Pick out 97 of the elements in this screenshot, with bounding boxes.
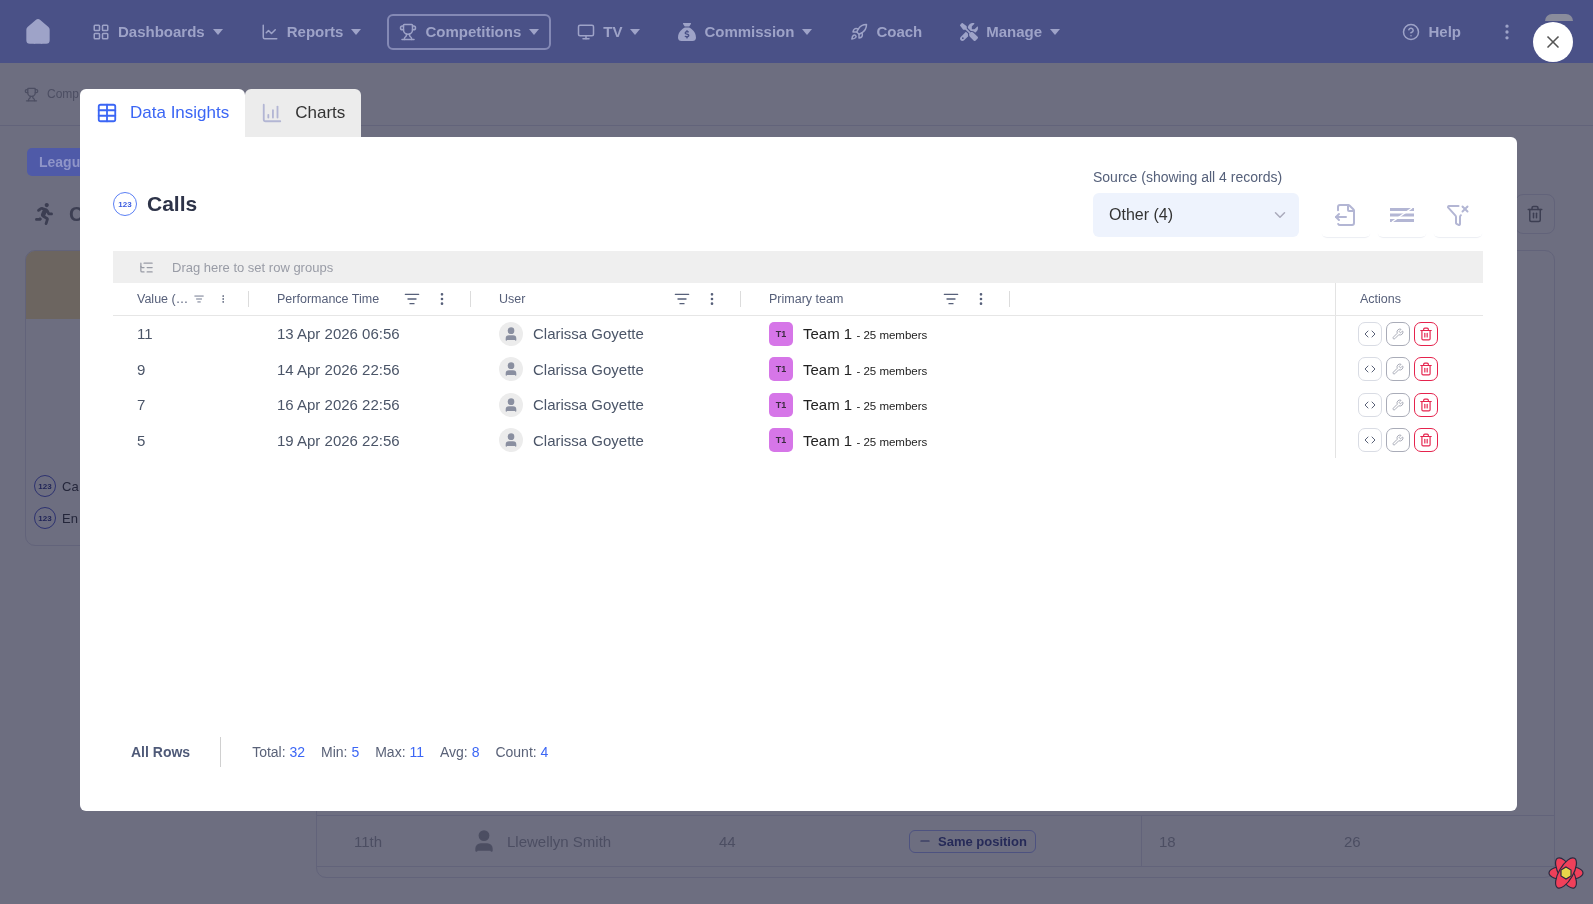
column-header[interactable]: Performance Time: [249, 283, 471, 315]
user-avatar: [499, 428, 523, 453]
wrench-icon: [1392, 327, 1404, 340]
table-cell: 9: [137, 360, 146, 378]
position-badge: Same position: [909, 829, 1036, 853]
team-badge: T1: [769, 321, 793, 346]
stripes-icon: [1390, 207, 1414, 223]
nav-menu-item[interactable]: Dashboards: [80, 13, 235, 50]
money-bag-icon: [678, 22, 697, 41]
summary-stat: Avg: 8: [440, 743, 480, 762]
row-group-bar[interactable]: Drag here to set row groups: [113, 251, 1483, 283]
nav-menu-item[interactable]: Competitions: [387, 13, 552, 50]
filter-icon[interactable]: [674, 291, 690, 307]
summary-stat: Max: 11: [375, 743, 424, 762]
running-figure-icon: [33, 203, 55, 225]
line-chart-icon: [260, 22, 279, 41]
dialog-title: Calls: [147, 192, 198, 216]
table-icon: [96, 102, 118, 124]
column-header[interactable]: User: [471, 283, 741, 315]
caret-icon: [630, 28, 641, 35]
source-select[interactable]: Other (4): [1093, 193, 1299, 237]
table-cell: 11: [137, 325, 153, 343]
user-name: Clarissa Goyette: [533, 431, 644, 449]
delete-button[interactable]: [1414, 357, 1438, 382]
table-cell: 7: [137, 396, 146, 414]
trash-icon: [1526, 205, 1544, 223]
summary-stat: Min: 5: [321, 743, 360, 762]
filter-off-icon: [1446, 203, 1470, 227]
grid-icon: [92, 22, 110, 41]
user-avatar: [499, 392, 523, 417]
help-link[interactable]: Help: [1390, 13, 1473, 50]
table-cell: 14 Apr 2026 22:56: [277, 360, 400, 378]
metric-label: Ca: [62, 478, 79, 494]
user-name: Clarissa Goyette: [533, 325, 644, 343]
avatar[interactable]: [1545, 14, 1573, 21]
column-header[interactable]: Actions: [1335, 283, 1483, 315]
metric-label: En: [62, 510, 78, 526]
table-cell: 19 Apr 2026 22:56: [277, 431, 400, 449]
caret-icon: [802, 28, 813, 35]
monitor-icon: [577, 22, 596, 41]
settings-button[interactable]: [1386, 392, 1410, 417]
caret-icon: [529, 28, 540, 35]
atom-icon[interactable]: [1547, 855, 1585, 891]
home-icon[interactable]: [24, 17, 52, 46]
nav-menu-item[interactable]: Reports: [248, 13, 374, 50]
trash-icon: [1419, 362, 1433, 377]
team-name: Team 1 - 25 members: [803, 360, 928, 378]
settings-button[interactable]: [1386, 321, 1410, 346]
nav-menu-item[interactable]: Coach: [838, 13, 935, 50]
table-cell: 16 Apr 2026 22:56: [277, 396, 400, 414]
dialog-tab[interactable]: Data Insights: [80, 89, 246, 137]
trophy-icon: [399, 22, 418, 41]
help-icon: [1402, 22, 1421, 41]
source-label: Source (showing all 4 records): [1093, 169, 1284, 185]
caret-icon: [351, 28, 362, 35]
team-badge: T1: [769, 357, 793, 382]
team-name: Team 1 - 25 members: [803, 431, 928, 449]
summary-stat: Total: 32: [252, 743, 306, 762]
user-name: Clarissa Goyette: [533, 396, 644, 414]
table-cell: 5: [137, 431, 146, 449]
trash-icon: [1419, 433, 1433, 448]
delete-button[interactable]: [1414, 428, 1438, 453]
nav-menu-item[interactable]: TV: [565, 13, 653, 50]
filter-icon[interactable]: [943, 291, 959, 307]
team-badge: T1: [769, 392, 793, 417]
user-avatar: [499, 357, 523, 382]
wrench-icon: [1392, 363, 1404, 376]
settings-button[interactable]: [1386, 357, 1410, 382]
settings-button[interactable]: [1386, 428, 1410, 453]
list-icon: [139, 259, 154, 275]
delete-button[interactable]: [1414, 392, 1438, 417]
nav-menu-item[interactable]: Manage: [948, 13, 1073, 50]
wrench-icon: [1392, 398, 1404, 411]
tools-icon: [960, 22, 979, 41]
wrench-icon: [1392, 434, 1404, 447]
bar-chart-icon: [261, 102, 284, 124]
trash-icon: [1419, 326, 1433, 341]
user-name: Clarissa Goyette: [533, 360, 644, 378]
filter-icon[interactable]: [404, 291, 420, 307]
file-export-icon: [1334, 203, 1358, 227]
column-header[interactable]: Primary team: [741, 283, 1010, 315]
trash-icon: [1419, 397, 1433, 412]
dialog-tab[interactable]: Charts: [245, 89, 362, 137]
nav-menu-item[interactable]: Commission: [666, 13, 825, 50]
team-name: Team 1 - 25 members: [803, 396, 928, 414]
footer-label: All Rows: [131, 737, 222, 767]
user-avatar: [499, 321, 523, 346]
team-badge: T1: [769, 428, 793, 453]
summary-stat: Count: 4: [495, 743, 549, 762]
caret-icon: [212, 28, 223, 35]
rocket-icon: [850, 22, 869, 41]
table-cell: 13 Apr 2026 06:56: [277, 325, 400, 343]
caret-icon: [1050, 28, 1061, 35]
column-header[interactable]: Value (…: [113, 283, 249, 315]
trophy-icon: [24, 86, 39, 102]
delete-button[interactable]: [1414, 321, 1438, 346]
team-name: Team 1 - 25 members: [803, 325, 928, 343]
